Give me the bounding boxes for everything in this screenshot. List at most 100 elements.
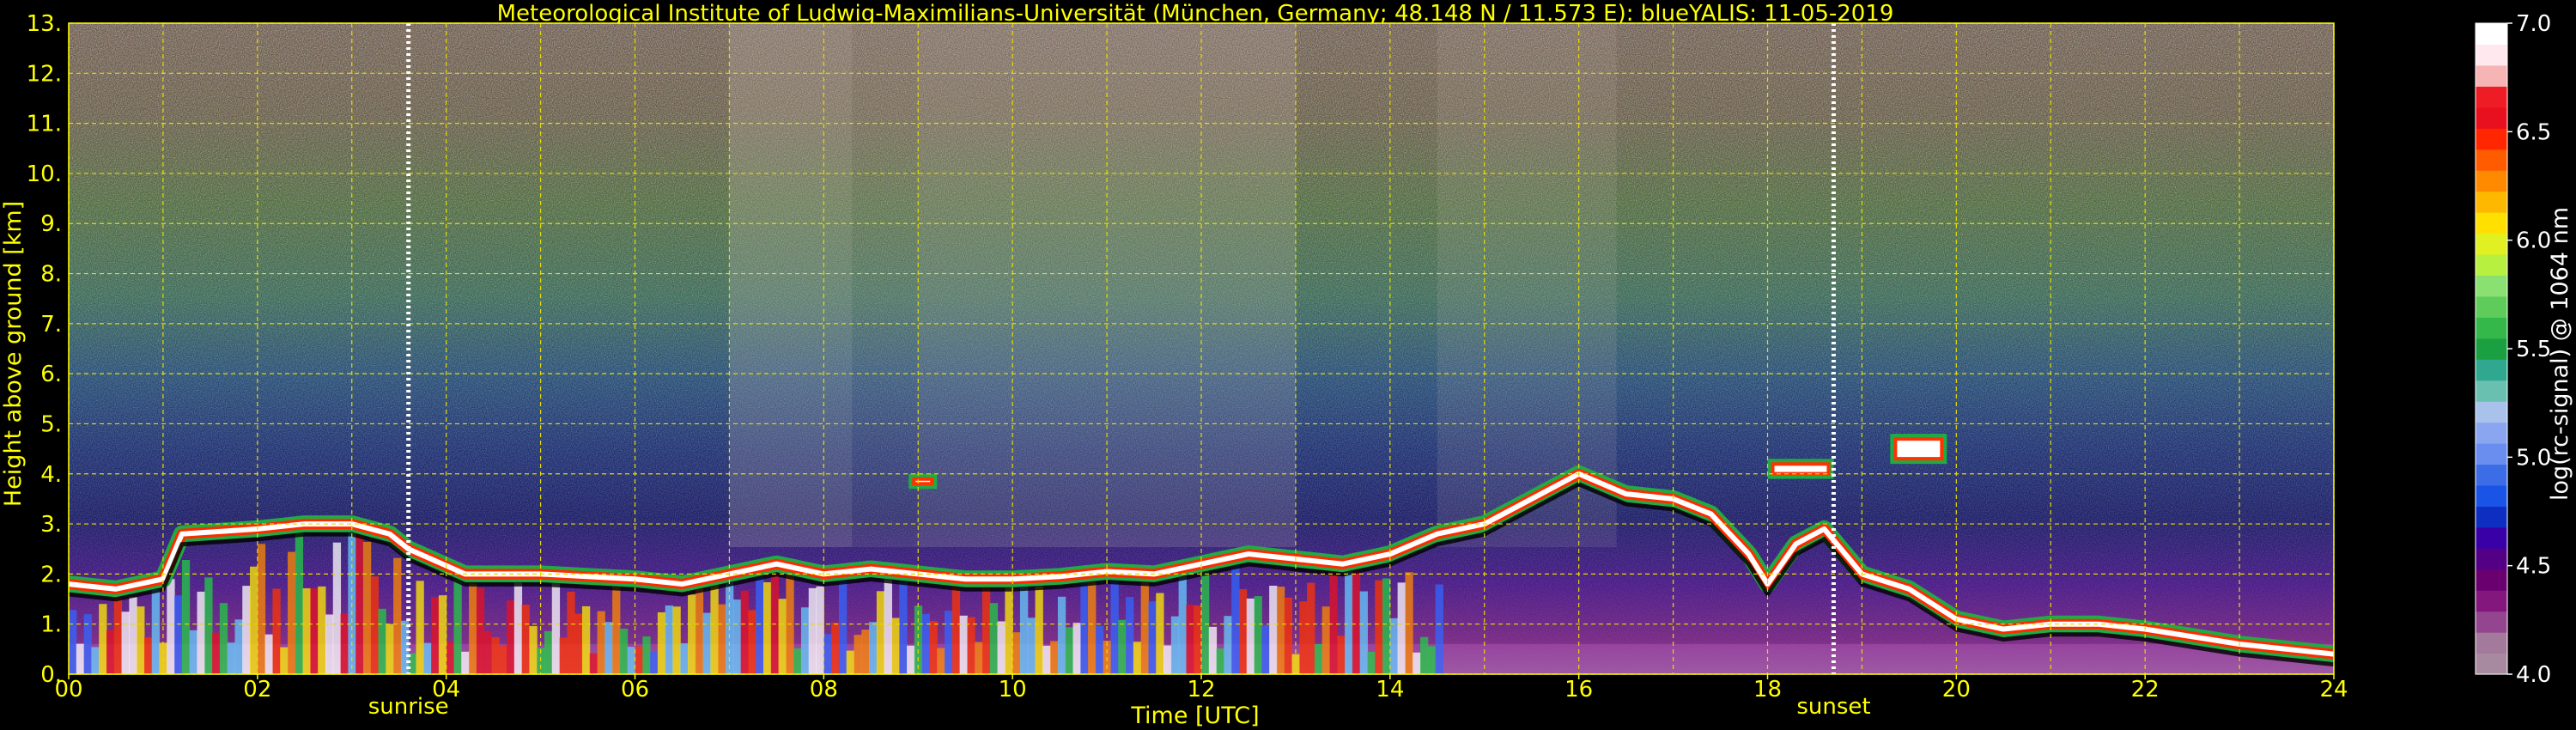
x-tick-label: 18 [1753, 677, 1782, 703]
aerosol-column [846, 650, 855, 674]
colorbar-step [2476, 44, 2507, 66]
x-tick-label: 02 [243, 677, 271, 703]
colorbar-step [2476, 86, 2507, 108]
colorbar-step [2476, 653, 2507, 675]
colorbar-step [2476, 632, 2507, 654]
aerosol-column [1019, 579, 1029, 674]
aerosol-column [257, 544, 266, 674]
aerosol-column [581, 605, 591, 674]
colorbar-step [2476, 506, 2507, 528]
aerosol-column [197, 591, 205, 674]
colorbar-step [2476, 359, 2507, 381]
aerosol-column [491, 637, 500, 674]
aerosol-column [1178, 570, 1187, 674]
aerosol-column [800, 607, 810, 674]
aerosol-column [1027, 617, 1036, 674]
aerosol-column [378, 608, 386, 674]
aerosol-column [854, 635, 862, 674]
x-tick-label: 06 [621, 677, 649, 703]
aerosol-column [861, 630, 870, 674]
aerosol-column [891, 617, 900, 674]
colorbar-step [2476, 233, 2507, 255]
aerosol-column [914, 605, 923, 674]
x-tick-label: 14 [1376, 677, 1404, 703]
aerosol-column [619, 628, 629, 674]
sun-annotation: sunrise [368, 694, 449, 720]
y-tick-label: 4. [40, 462, 62, 488]
aerosol-column [597, 611, 605, 674]
aerosol-column [1050, 641, 1059, 674]
colorbar-step [2476, 295, 2507, 318]
aerosol-column [386, 624, 394, 674]
aerosol-column [702, 612, 711, 674]
aerosol-column [1261, 624, 1270, 674]
aerosol-column [665, 605, 673, 674]
aerosol-column [181, 559, 191, 674]
aerosol-column [770, 571, 780, 674]
aerosol-column [1345, 563, 1353, 674]
aerosol-column [1148, 601, 1157, 674]
aerosol-column [574, 613, 583, 674]
aerosol-column [469, 583, 477, 674]
x-tick-label: 24 [2319, 677, 2348, 703]
aerosol-column [786, 563, 794, 674]
aerosol-column [605, 622, 613, 674]
colorbar-tick-label: 6.5 [2516, 119, 2551, 145]
colorbar-step [2476, 464, 2507, 486]
aerosol-column [1012, 632, 1021, 674]
aerosol-column [1397, 582, 1406, 674]
x-tick-label: 22 [2131, 677, 2160, 703]
aerosol-column [204, 577, 213, 674]
aerosol-column [1194, 605, 1202, 674]
aerosol-column [1246, 598, 1255, 674]
aerosol-column [1156, 593, 1164, 674]
colorbar-step [2476, 317, 2507, 339]
aerosol-column [1065, 627, 1074, 674]
aerosol-column [310, 587, 319, 674]
aerosol-column [672, 606, 681, 674]
aerosol-column [989, 603, 999, 674]
aerosol-column [680, 643, 689, 674]
colorbar-step [2476, 149, 2507, 171]
aerosol-column [1110, 571, 1119, 674]
aerosol-column [1118, 619, 1127, 674]
aerosol-column [869, 622, 878, 674]
aerosol-column [167, 579, 175, 674]
aerosol-column [951, 579, 961, 674]
aerosol-column [529, 626, 538, 674]
colorbar-step [2476, 106, 2507, 129]
aerosol-column [507, 600, 515, 674]
colorbar-step [2476, 23, 2507, 46]
aerosol-column [446, 642, 454, 674]
colorbar-step [2476, 275, 2507, 297]
daylight-band [852, 23, 919, 548]
colorbar-step [2476, 526, 2507, 549]
aerosol-column [272, 588, 281, 674]
aerosol-column [921, 613, 930, 674]
aerosol-column [1201, 563, 1210, 674]
aerosol-column [1359, 591, 1368, 674]
aerosol-column [113, 598, 123, 674]
aerosol-column [393, 557, 402, 674]
aerosol-column [1314, 643, 1323, 674]
aerosol-column [1389, 617, 1399, 674]
y-tick-label: 3. [40, 512, 62, 538]
aerosol-column [438, 595, 447, 674]
aerosol-column [129, 597, 137, 674]
y-tick-label: 12. [27, 61, 62, 87]
aerosol-column [99, 604, 107, 674]
aerosol-column [1299, 601, 1308, 674]
aerosol-column [1435, 584, 1443, 674]
aerosol-column [1427, 646, 1437, 674]
aerosol-column [1035, 579, 1043, 674]
aerosol-column [499, 646, 507, 674]
aerosol-column [748, 610, 756, 674]
aerosol-column [823, 634, 832, 674]
aerosol-column [400, 620, 410, 674]
aerosol-column [718, 604, 726, 674]
aerosol-column [318, 586, 326, 674]
colorbar-step [2476, 484, 2507, 507]
aerosol-column [1254, 596, 1262, 674]
aerosol-column [264, 634, 273, 674]
aerosol-column [884, 569, 892, 674]
